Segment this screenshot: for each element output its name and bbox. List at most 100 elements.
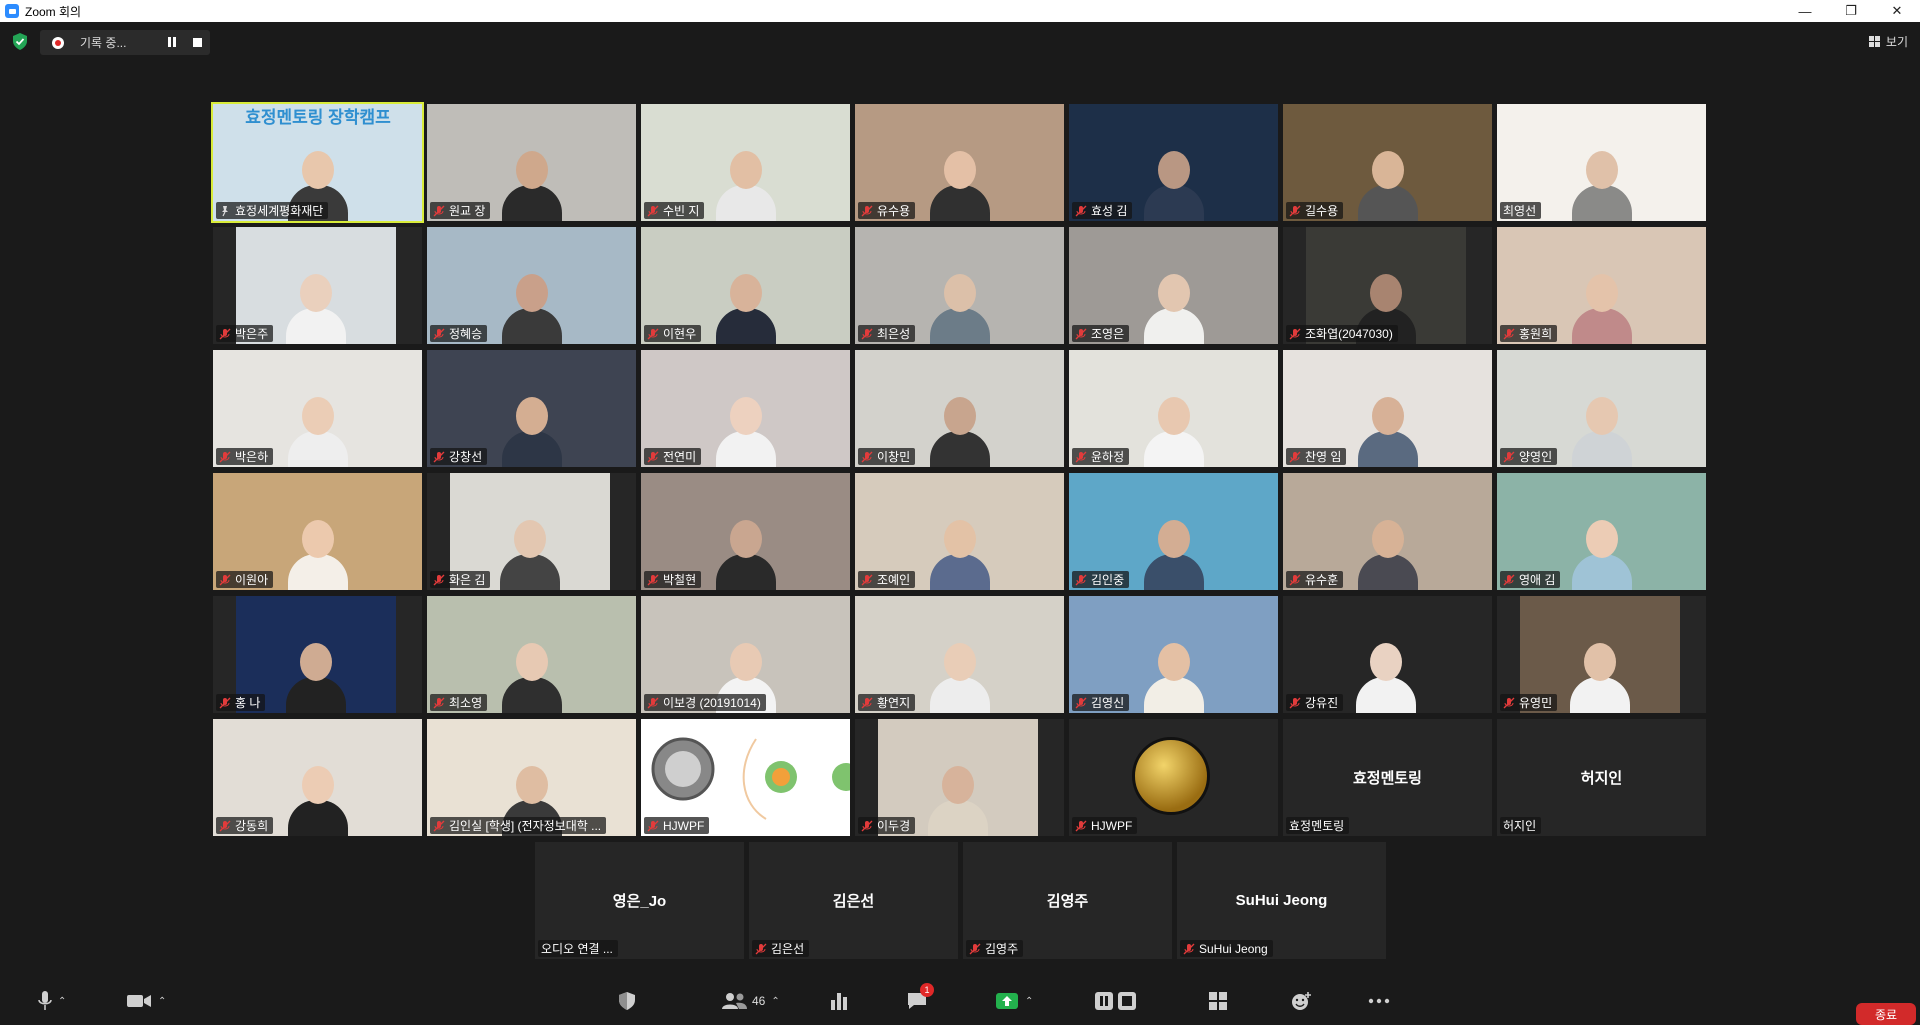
participant-body — [929, 185, 990, 221]
muted-microphone-icon — [433, 328, 445, 339]
participant-video-tile[interactable]: 원교 장 — [427, 104, 636, 221]
reactions-button[interactable] — [1290, 985, 1312, 1017]
recording-label: 기록 중... — [80, 36, 127, 50]
participant-video-tile[interactable]: 정혜승 — [427, 227, 636, 344]
participant-video-tile[interactable]: 유수용 — [855, 104, 1064, 221]
participant-head — [1371, 520, 1404, 558]
participant-video-tile[interactable]: HJWPF — [641, 719, 850, 836]
stop-recording-icon[interactable] — [193, 38, 202, 47]
participant-video-tile[interactable]: HJWPF — [1069, 719, 1278, 836]
muted-microphone-icon — [861, 820, 873, 831]
participant-video-tile[interactable]: 박은하 — [213, 350, 422, 467]
security-button[interactable] — [618, 985, 636, 1017]
view-button[interactable]: 보기 — [1868, 33, 1908, 50]
participant-video-tile[interactable]: 김영주 김영주 — [963, 842, 1172, 959]
minimize-button[interactable]: — — [1782, 0, 1828, 22]
participant-video-tile[interactable]: 최영선 — [1497, 104, 1706, 221]
participants-button[interactable]: 46 ⌃ — [720, 985, 780, 1017]
participant-body — [286, 308, 346, 344]
participant-name: 효정멘토링 — [1289, 819, 1345, 833]
participant-video-tile[interactable]: 윤하정 — [1069, 350, 1278, 467]
participant-head — [1585, 397, 1618, 435]
participant-video-tile[interactable]: 조영은 — [1069, 227, 1278, 344]
participant-video-tile[interactable]: 김은선 김은선 — [749, 842, 958, 959]
participant-head — [943, 151, 976, 189]
participant-video-tile[interactable]: 황연지 — [855, 596, 1064, 713]
participant-video-tile[interactable]: 이창민 — [855, 350, 1064, 467]
share-options-chevron-icon[interactable]: ⌃ — [1025, 996, 1033, 1007]
participant-figure — [1143, 397, 1204, 467]
participant-video-tile[interactable]: 수빈 지 — [641, 104, 850, 221]
share-screen-button[interactable]: ⌃ — [995, 985, 1033, 1017]
participant-video-tile[interactable]: 박철현 — [641, 473, 850, 590]
encryption-shield-icon[interactable] — [12, 33, 28, 50]
restore-button[interactable]: ❐ — [1828, 0, 1874, 22]
participant-video-tile[interactable]: 최소영 — [427, 596, 636, 713]
muted-microphone-icon — [1075, 451, 1087, 462]
polls-button[interactable] — [830, 985, 848, 1017]
participant-video-tile[interactable]: 효성 김 — [1069, 104, 1278, 221]
participant-video-tile[interactable]: 박은주 — [213, 227, 422, 344]
participant-video-tile[interactable]: 효정멘토링 장학캠프 효정세계평화재단 — [211, 102, 424, 223]
muted-microphone-icon — [647, 697, 659, 708]
participant-head — [1585, 274, 1618, 312]
participants-count: 46 — [752, 994, 766, 1008]
polls-icon — [831, 993, 847, 1010]
participant-video-tile[interactable]: 홍 나 — [213, 596, 422, 713]
participant-video-tile[interactable]: 영은_Jo 오디오 연결 ... — [535, 842, 744, 959]
participant-video-tile[interactable]: 강동희 — [213, 719, 422, 836]
participant-name-tag: 화은 김 — [430, 571, 491, 588]
participant-video-tile[interactable]: 김영신 — [1069, 596, 1278, 713]
end-meeting-button[interactable]: 종료 — [1856, 1003, 1916, 1025]
participant-figure — [1143, 643, 1204, 713]
muted-microphone-icon — [1503, 328, 1515, 339]
pause-recording-icon[interactable] — [168, 37, 178, 47]
more-button[interactable] — [1368, 985, 1390, 1017]
participant-video-tile[interactable]: 효정멘토링 효정멘토링 — [1283, 719, 1492, 836]
participant-video-tile[interactable]: 유영민 — [1497, 596, 1706, 713]
video-options-chevron-icon[interactable]: ⌃ — [158, 996, 166, 1007]
participant-video-tile[interactable]: 강창선 — [427, 350, 636, 467]
participant-video-tile[interactable]: 화은 김 — [427, 473, 636, 590]
participant-video-tile[interactable]: 이보경 (20191014) — [641, 596, 850, 713]
video-button[interactable]: ⌃ — [126, 985, 166, 1017]
hjwpf-seal-logo — [1132, 737, 1210, 815]
participant-video-tile[interactable]: 이원아 — [213, 473, 422, 590]
participant-video-tile[interactable]: SuHui Jeong SuHui Jeong — [1177, 842, 1386, 959]
participant-body — [1357, 554, 1418, 590]
participant-video-tile[interactable]: 김인중 — [1069, 473, 1278, 590]
breakout-rooms-button[interactable] — [1208, 985, 1228, 1017]
participant-video-tile[interactable]: 양영인 — [1497, 350, 1706, 467]
participant-name-tag: 수빈 지 — [644, 202, 705, 219]
breakout-rooms-icon — [1209, 992, 1227, 1010]
record-button[interactable] — [1095, 985, 1137, 1017]
close-button[interactable]: ✕ — [1874, 0, 1920, 22]
mute-button[interactable]: ⌃ — [38, 985, 66, 1017]
participant-video-tile[interactable]: 최은성 — [855, 227, 1064, 344]
participant-name-tag: 유영민 — [1500, 694, 1558, 711]
participant-video-tile[interactable]: 전연미 — [641, 350, 850, 467]
participant-name-tag: 유수훈 — [1286, 571, 1344, 588]
participant-video-tile[interactable]: 김인실 [학생] (전자정보대학 ... — [427, 719, 636, 836]
participant-body — [1571, 431, 1632, 467]
participant-video-tile[interactable]: 홍원희 — [1497, 227, 1706, 344]
participant-video-tile[interactable]: 이현우 — [641, 227, 850, 344]
participant-video-tile[interactable]: 찬영 임 — [1283, 350, 1492, 467]
participant-video-tile[interactable]: 조화엽(2047030) — [1283, 227, 1492, 344]
participants-chevron-icon[interactable]: ⌃ — [771, 996, 779, 1007]
participant-video-tile[interactable]: 강유진 — [1283, 596, 1492, 713]
participant-video-tile[interactable]: 유수훈 — [1283, 473, 1492, 590]
participant-head — [515, 766, 548, 804]
audio-options-chevron-icon[interactable]: ⌃ — [58, 996, 66, 1007]
participant-video-tile[interactable]: 길수용 — [1283, 104, 1492, 221]
participant-body — [1143, 677, 1204, 713]
participant-head — [301, 151, 334, 189]
participant-name: 조영은 — [1091, 327, 1125, 341]
participant-video-tile[interactable]: 이두경 — [855, 719, 1064, 836]
participant-video-tile[interactable]: 영애 김 — [1497, 473, 1706, 590]
participant-figure — [1357, 520, 1418, 590]
participant-video-tile[interactable]: 허지인 허지인 — [1497, 719, 1706, 836]
chat-button[interactable]: 1 — [906, 983, 934, 1017]
participant-figure — [929, 520, 990, 590]
participant-video-tile[interactable]: 조예인 — [855, 473, 1064, 590]
